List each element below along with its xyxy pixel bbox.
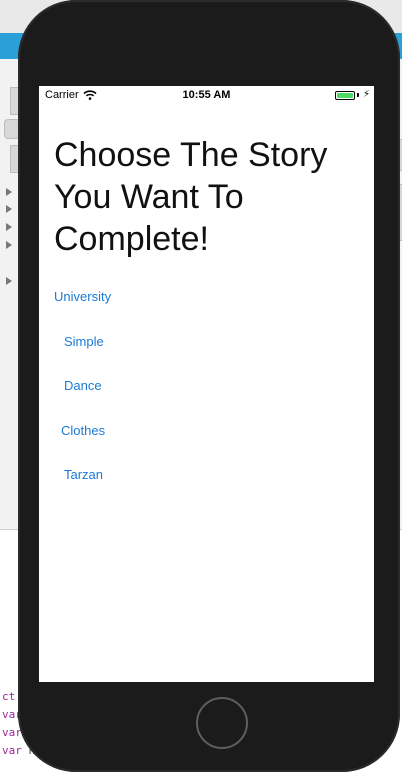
story-button-dance[interactable]: Dance: [64, 378, 102, 393]
disclosure-triangle-icon: [6, 223, 12, 231]
code-line: ct: [2, 690, 16, 703]
disclosure-triangle-icon: [6, 241, 12, 249]
disclosure-triangle-icon: [6, 188, 12, 196]
disclosure-triangle-icon: [6, 205, 12, 213]
charging-icon: ⚡: [362, 89, 370, 100]
page-title: Choose The Story You Want To Complete!: [54, 136, 328, 258]
status-time: 10:55 AM: [182, 89, 231, 101]
battery-icon: [334, 90, 355, 100]
home-button[interactable]: [196, 697, 248, 749]
disclosure-triangle-icon: [6, 277, 12, 285]
battery-tip: [356, 93, 359, 97]
story-button-simple[interactable]: Simple: [64, 334, 104, 349]
app-screen: Carrier 10:55 AM ⚡ Choose The Story You …: [39, 86, 374, 682]
story-button-tarzan[interactable]: Tarzan: [64, 467, 103, 482]
status-bar: Carrier 10:55 AM ⚡: [39, 86, 374, 106]
battery-indicator: ⚡: [334, 89, 370, 100]
story-button-university[interactable]: University: [54, 289, 111, 304]
story-button-clothes[interactable]: Clothes: [61, 423, 105, 438]
battery-fill: [336, 92, 353, 98]
